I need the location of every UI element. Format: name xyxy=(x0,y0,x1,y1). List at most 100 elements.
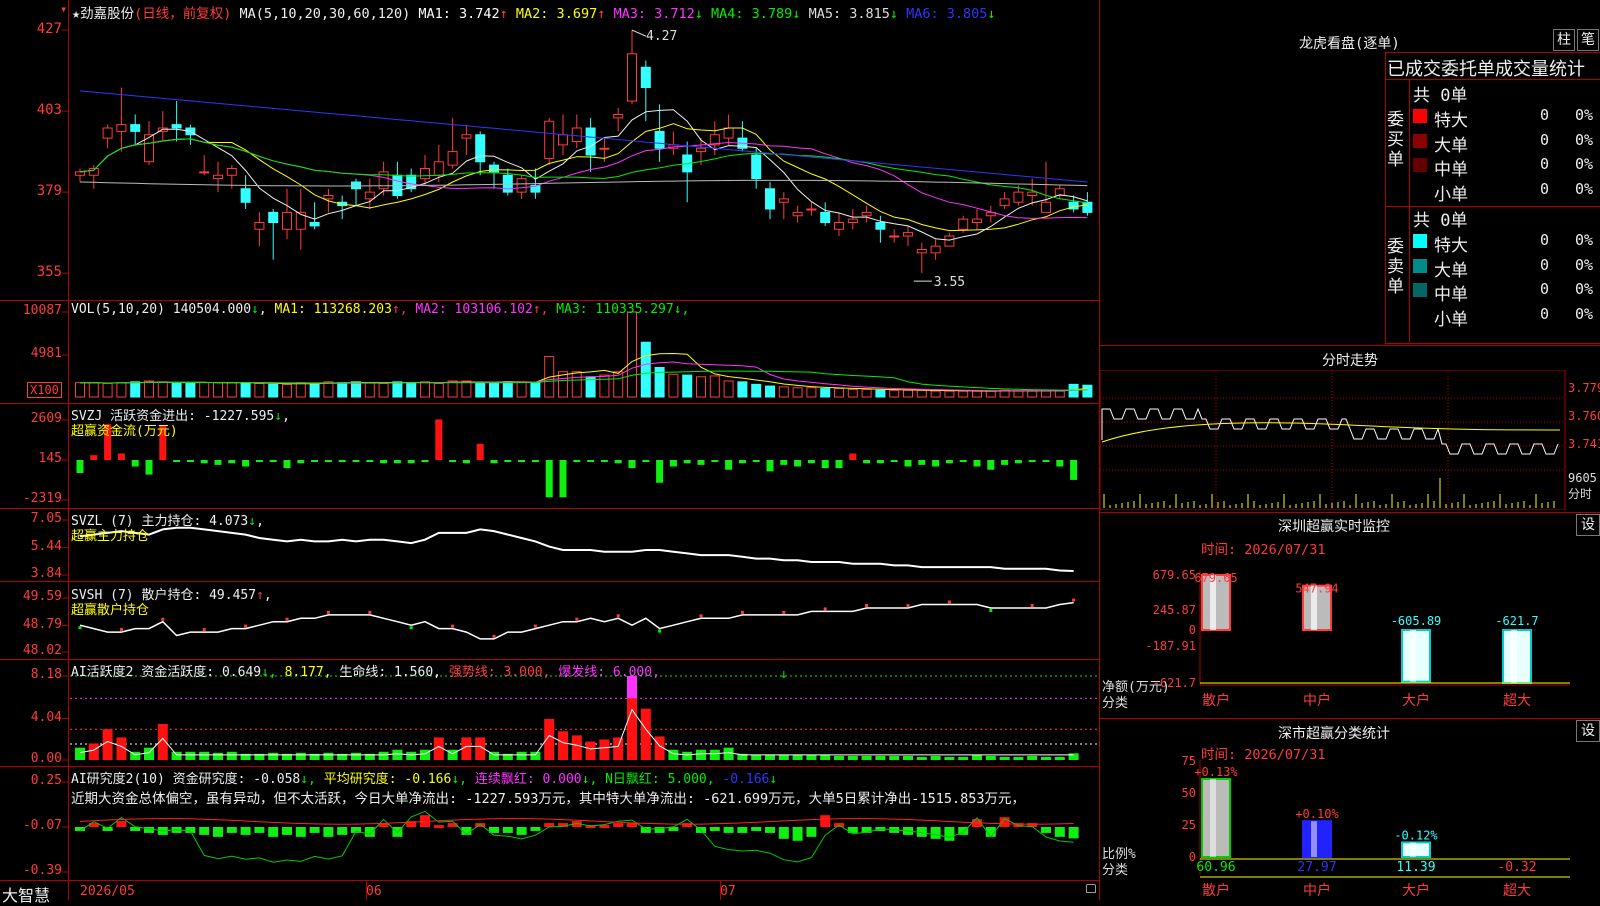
main-y-tick: 355 xyxy=(36,264,62,281)
ma-values: MA1: 3.742↑ MA2: 3.697↑ MA3: 3.712↓ MA4:… xyxy=(418,6,995,22)
candle xyxy=(116,124,127,132)
ai-research-bar xyxy=(309,827,320,833)
sell-swatch xyxy=(1413,258,1427,273)
ai-research-bar xyxy=(1054,827,1065,837)
classify-y-tick: 0 xyxy=(1189,850,1196,864)
ai-research-bar xyxy=(185,827,196,833)
svzj-bar xyxy=(697,460,705,465)
vol-bar xyxy=(599,374,610,398)
unit-box[interactable]: X100 xyxy=(27,382,62,398)
svzj-bar xyxy=(1056,460,1064,467)
vol-bar xyxy=(958,390,969,398)
candle xyxy=(309,222,320,227)
ai-active-bar xyxy=(1013,756,1024,760)
vol-bar xyxy=(351,381,361,398)
btn-bar-mode[interactable]: 柱 xyxy=(1553,29,1575,51)
svsh-marker xyxy=(492,634,496,638)
intraday-y-tick: 3.741 xyxy=(1568,437,1600,451)
monitor-y-tick: 679.65 xyxy=(1153,568,1196,582)
star-icon[interactable]: ★ xyxy=(72,6,80,22)
ai-active-bar xyxy=(1068,753,1079,760)
candle xyxy=(875,222,886,230)
monitor-bar-chart[interactable]: 679.65 245.87 0 -187.91 -621.7 679.65 散户 547.94… xyxy=(1100,555,1600,715)
candle xyxy=(585,127,596,156)
svzj-bar xyxy=(600,460,608,462)
svzj-bar xyxy=(76,460,84,473)
intraday-y-tick: 3.760 xyxy=(1568,409,1600,423)
brand-logo[interactable]: 大智慧 xyxy=(2,882,50,906)
vol-bar xyxy=(861,388,872,398)
candle xyxy=(889,235,900,238)
classify-value-label: 27.97 xyxy=(1297,860,1336,875)
candle xyxy=(765,188,775,210)
candle xyxy=(792,211,803,217)
ai-active-bar xyxy=(847,755,858,760)
ai-research-bar xyxy=(240,827,251,835)
ai-active-bar xyxy=(1041,756,1051,760)
monitor-axis-label: 净额(万元) xyxy=(1102,680,1170,695)
vol-bar xyxy=(502,381,513,398)
svzj-bar xyxy=(186,460,194,462)
ai-active-bar xyxy=(806,754,817,760)
x-label-jul: 07 xyxy=(720,884,736,899)
svzj-bar xyxy=(242,460,250,467)
btn-tick-mode[interactable]: 笔 xyxy=(1577,29,1599,51)
ma-value-1: MA1: 3.742 xyxy=(418,6,500,22)
classify-bar-chart[interactable]: 7550250+0.13%60.96散户+0.10%27.97中户-0.12%1… xyxy=(1100,755,1600,900)
svzj-y-tick: 2609 xyxy=(30,411,62,426)
svsh-y-tick: 48.79 xyxy=(22,616,62,632)
svzl-subtitle: 超赢主力持仓 xyxy=(71,529,150,544)
candle xyxy=(696,147,706,153)
vol-bar xyxy=(337,382,348,398)
ma-arrow-4: ↓ xyxy=(792,6,809,22)
svsh-y-tick: 49.59 xyxy=(22,589,62,604)
ai-research-bar xyxy=(364,827,375,837)
lock-icon[interactable] xyxy=(1086,884,1096,893)
vol-bar xyxy=(916,389,927,398)
svzj-bar xyxy=(807,460,815,464)
intraday-chart[interactable]: 3.779 3.760 3.741 9605 分时 xyxy=(1100,370,1600,510)
classify-change-label: -0.12% xyxy=(1394,828,1438,842)
btn-monitor-settings[interactable]: 设 xyxy=(1576,514,1600,536)
svzj-bar xyxy=(1042,460,1050,462)
svsh-marker xyxy=(244,624,248,628)
vol-bar xyxy=(157,381,168,398)
svzj-bar xyxy=(835,460,843,469)
candle xyxy=(861,211,872,217)
ai-active-bar xyxy=(944,756,955,760)
svzj-bar xyxy=(131,460,139,467)
vol-bar xyxy=(875,389,886,398)
btn-classify-settings[interactable]: 设 xyxy=(1576,720,1600,742)
candle xyxy=(1082,201,1093,213)
ma-arrow-5: ↓ xyxy=(889,6,907,22)
vol-ma-arrow-1: ↑, xyxy=(391,302,416,317)
ai-active-bar xyxy=(102,729,113,760)
intraday-price-line xyxy=(1101,407,1559,455)
classify-bar-highlight xyxy=(1210,778,1216,857)
candlestick-chart[interactable]: 4.27 3.55 ↓ xyxy=(0,0,1100,900)
vol-bar xyxy=(1041,390,1051,398)
divider xyxy=(1409,79,1410,342)
ai-active-bar xyxy=(765,754,775,760)
svzj-bar xyxy=(90,455,98,460)
vol-bar xyxy=(406,382,417,398)
svzj-arrow: ↓ xyxy=(274,409,283,424)
svsh-marker xyxy=(989,608,993,612)
classify-value-label: 60.96 xyxy=(1196,860,1235,875)
sell-row-pct: 0% xyxy=(1575,255,1594,274)
vol-bar xyxy=(461,380,472,398)
divider xyxy=(1100,345,1600,346)
candle xyxy=(613,114,624,119)
ai-active-bar xyxy=(627,698,637,760)
ma-value-4: MA4: 3.789 xyxy=(711,6,793,22)
candle xyxy=(806,208,817,211)
candle xyxy=(226,168,237,176)
ai-active-bar xyxy=(378,751,389,760)
ai-active-bar xyxy=(875,755,886,760)
vol-bar xyxy=(723,380,734,398)
candle xyxy=(282,211,292,230)
vol-y-tick: 4981 xyxy=(30,346,62,362)
vol-bar xyxy=(668,373,679,398)
arrow-down-icon[interactable]: ▾ xyxy=(60,2,67,16)
intraday-title: 分时走势 xyxy=(1322,353,1378,369)
